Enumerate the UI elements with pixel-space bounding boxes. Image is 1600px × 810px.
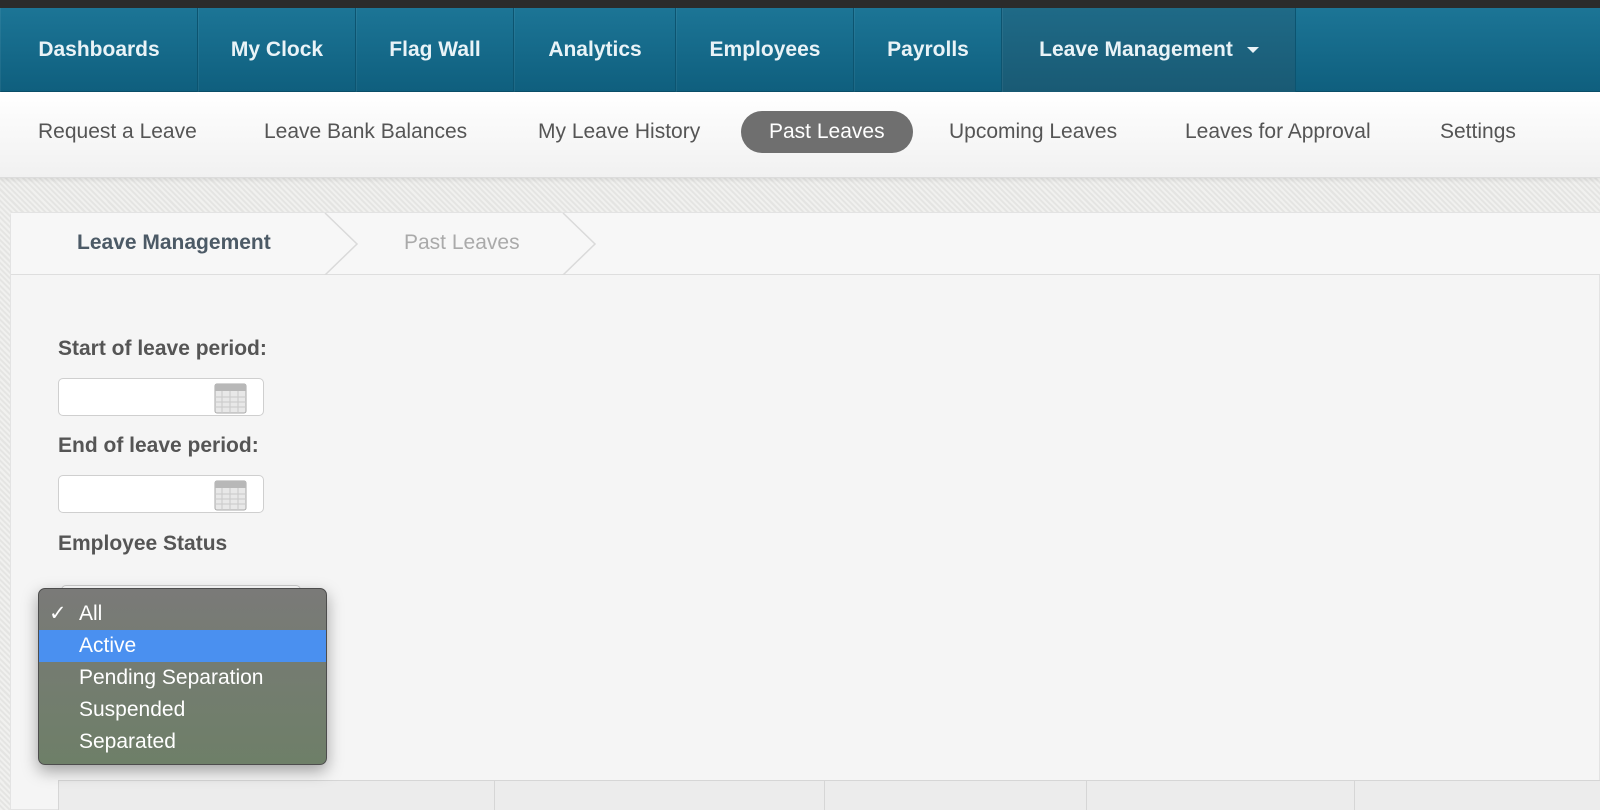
- nav-label: Flag Wall: [389, 38, 481, 61]
- table-header-cell: [495, 781, 825, 810]
- option-label: Suspended: [79, 698, 186, 721]
- option-label: Pending Separation: [79, 666, 264, 689]
- nav-label: Dashboards: [38, 38, 160, 61]
- nav-label: My Clock: [230, 38, 324, 61]
- status-option-pending-separation[interactable]: Pending Separation: [39, 662, 326, 694]
- main-nav: Dashboards My Clock Flag Wall Analytics …: [0, 8, 1600, 92]
- nav-payrolls[interactable]: Payrolls: [854, 8, 1002, 92]
- subnav-settings[interactable]: Settings: [1440, 111, 1516, 153]
- subnav-past-leaves[interactable]: Past Leaves: [741, 111, 913, 153]
- status-option-active[interactable]: Active: [39, 630, 326, 662]
- nav-analytics[interactable]: Analytics: [514, 8, 676, 92]
- breadcrumb-leave-management[interactable]: Leave Management: [77, 213, 271, 275]
- breadcrumb-separator-icon: [324, 213, 359, 275]
- table-header-cell: [59, 781, 495, 810]
- status-option-all[interactable]: ✓ All: [39, 598, 326, 630]
- nav-flag-wall[interactable]: Flag Wall: [356, 8, 514, 92]
- subnav-my-leave-history[interactable]: My Leave History: [538, 111, 700, 153]
- calendar-icon[interactable]: [214, 479, 247, 511]
- option-label: Separated: [79, 730, 176, 753]
- option-label: All: [79, 602, 103, 625]
- subnav-request-a-leave[interactable]: Request a Leave: [38, 111, 197, 153]
- nav-dashboards[interactable]: Dashboards: [0, 8, 198, 92]
- caret-down-icon: [1246, 47, 1259, 53]
- checkmark-icon: ✓: [49, 602, 67, 625]
- start-date-label: Start of leave period:: [58, 337, 267, 360]
- nav-label: Employees: [709, 38, 821, 61]
- end-date-label: End of leave period:: [58, 434, 259, 457]
- subnav-leave-bank-balances[interactable]: Leave Bank Balances: [264, 111, 467, 153]
- table-header-cell: [1087, 781, 1355, 810]
- end-date-field[interactable]: [58, 475, 264, 513]
- employee-status-dropdown: ✓ All Active Pending Separation Suspende…: [38, 588, 327, 765]
- status-option-suspended[interactable]: Suspended: [39, 694, 326, 726]
- sub-nav: Request a Leave Leave Bank Balances My L…: [0, 92, 1600, 178]
- subnav-upcoming-leaves[interactable]: Upcoming Leaves: [949, 111, 1117, 153]
- start-date-field[interactable]: [58, 378, 264, 416]
- calendar-icon[interactable]: [214, 382, 247, 414]
- breadcrumb-separator-icon: [562, 213, 597, 275]
- nav-employees[interactable]: Employees: [676, 8, 854, 92]
- results-table-header: [58, 780, 1600, 810]
- table-header-cell: [825, 781, 1087, 810]
- window-top-strip: [0, 0, 1600, 8]
- employee-status-label: Employee Status: [58, 532, 228, 555]
- subnav-leaves-for-approval[interactable]: Leaves for Approval: [1185, 111, 1371, 153]
- nav-my-clock[interactable]: My Clock: [198, 8, 356, 92]
- status-option-separated[interactable]: Separated: [39, 726, 326, 758]
- breadcrumb-past-leaves: Past Leaves: [404, 231, 520, 254]
- content-panel: Leave Management Past Leaves Start of le…: [10, 212, 1600, 810]
- nav-leave-management[interactable]: Leave Management: [1002, 8, 1296, 92]
- nav-label: Payrolls: [887, 38, 969, 61]
- option-label: Active: [79, 634, 137, 657]
- breadcrumb: Leave Management Past Leaves: [11, 213, 1600, 275]
- nav-label: Analytics: [548, 38, 642, 61]
- nav-label: Leave Management: [1039, 38, 1233, 61]
